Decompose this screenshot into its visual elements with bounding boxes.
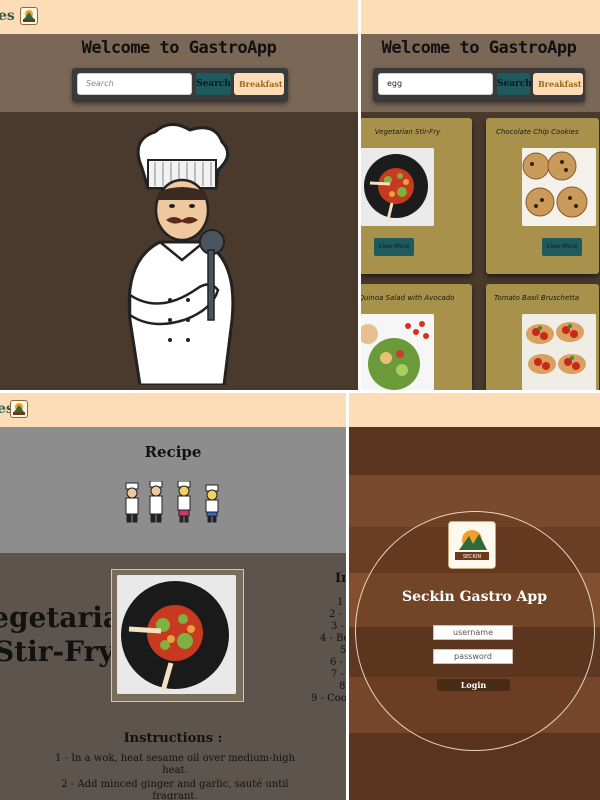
recipe-card: Chocolate Chip Cookies View More xyxy=(486,118,599,274)
logo-text: SECKIN xyxy=(463,554,482,560)
recipe-card-image[interactable] xyxy=(522,314,596,390)
brand-logo-icon[interactable] xyxy=(20,7,38,25)
search-input[interactable]: Search xyxy=(77,73,192,95)
page-title: Welcome to GastroApp xyxy=(381,38,577,58)
recipe-card-image[interactable] xyxy=(361,148,434,226)
recipe-card-title: Tomato Basil Bruschetta xyxy=(494,294,580,302)
instruction-step: 2 - Add minced ginger and garlic, sauté … xyxy=(61,779,289,800)
page-title: Welcome to GastroApp xyxy=(81,38,277,58)
view-more-button[interactable]: View More xyxy=(542,238,582,256)
ingredient-item: 7 - xyxy=(331,669,344,680)
search-bar: egg Search Breakfast ⌄ xyxy=(373,68,585,111)
view-more-button[interactable]: View More xyxy=(374,238,414,256)
chefs-illustration xyxy=(125,481,219,523)
ingredient-item: 8 xyxy=(339,681,346,692)
ingredient-item: 9 - Coo xyxy=(311,693,346,704)
ingredient-item: 2 - I xyxy=(329,609,346,620)
home-screen: es Welcome to GastroApp Search Search Br… xyxy=(0,0,358,390)
recipe-card: Vegetarian Stir-Fry View More xyxy=(361,118,472,274)
ingredients-heading: In xyxy=(335,571,346,586)
login-screen: SECKIN Seckin Gastro App username passwo… xyxy=(349,393,600,800)
ingredient-item: 6 - ( xyxy=(330,657,346,668)
password-input[interactable]: password xyxy=(433,649,513,664)
chef-illustration xyxy=(127,123,235,385)
ingredient-item: 5 xyxy=(340,645,346,656)
hero-banner: Welcome to GastroApp egg Search Breakfas… xyxy=(361,34,600,112)
meal-select-value: Breakfast xyxy=(538,79,582,89)
login-button[interactable]: Login xyxy=(437,679,510,691)
chevron-down-icon: ⌄ xyxy=(538,101,545,111)
recipe-details: Vegetarian Stir-Fry In 1 2 - I 3 - 4 - B… xyxy=(0,553,346,800)
recipe-card-title: Vegetarian Stir-Fry xyxy=(374,128,441,136)
recipe-card-image[interactable] xyxy=(361,314,434,390)
recipe-screen: es Recipe Vegetarian Stir-Fry In 1 2 - I… xyxy=(0,393,346,800)
wood-background xyxy=(349,427,600,475)
top-navbar: es xyxy=(0,0,358,34)
app-title: Seckin Gastro App xyxy=(401,589,548,605)
chevron-down-icon: ⌄ xyxy=(239,101,246,111)
recipe-image-frame xyxy=(111,569,244,702)
search-bar: Search Search Breakfast ⌄ xyxy=(72,68,288,111)
brand-name[interactable]: es xyxy=(0,8,15,24)
ingredient-item: 3 - xyxy=(331,621,344,632)
recipe-name-line-2: Stir-Fry xyxy=(0,635,115,668)
recipe-banner: Recipe xyxy=(0,427,346,553)
search-input[interactable]: egg xyxy=(378,73,493,95)
recipe-card: Quinoa Salad with Avocado xyxy=(361,284,472,390)
instructions-heading: Instructions : xyxy=(123,731,223,746)
search-button[interactable]: Search xyxy=(497,73,532,95)
recipe-card-title: Quinoa Salad with Avocado xyxy=(361,294,455,302)
hero-banner: Welcome to GastroApp Search Search Break… xyxy=(0,34,358,112)
top-navbar: es xyxy=(0,393,346,427)
instruction-step: 1 - In a wok, heat sesame oil over mediu… xyxy=(55,753,295,776)
search-button[interactable]: Search xyxy=(196,73,231,95)
username-input[interactable]: username xyxy=(433,625,513,640)
recipe-card: Tomato Basil Bruschetta xyxy=(486,284,599,390)
meal-type-select[interactable]: Breakfast ⌄ xyxy=(533,73,583,111)
meal-type-select[interactable]: Breakfast ⌄ xyxy=(234,73,284,111)
brand-logo-icon[interactable] xyxy=(10,400,28,418)
results-screen: Welcome to GastroApp egg Search Breakfas… xyxy=(361,0,600,390)
ingredient-item: 4 - Be xyxy=(320,633,346,644)
ingredient-item: 1 xyxy=(337,597,344,608)
meal-select-value: Breakfast xyxy=(239,79,283,89)
recipe-image xyxy=(117,575,236,694)
page-title: Recipe xyxy=(144,443,202,461)
recipe-card-image[interactable] xyxy=(522,148,596,226)
top-navbar xyxy=(361,0,600,34)
top-navbar xyxy=(349,393,600,427)
app-logo-icon: SECKIN xyxy=(448,521,496,569)
recipe-card-title: Chocolate Chip Cookies xyxy=(496,128,579,136)
